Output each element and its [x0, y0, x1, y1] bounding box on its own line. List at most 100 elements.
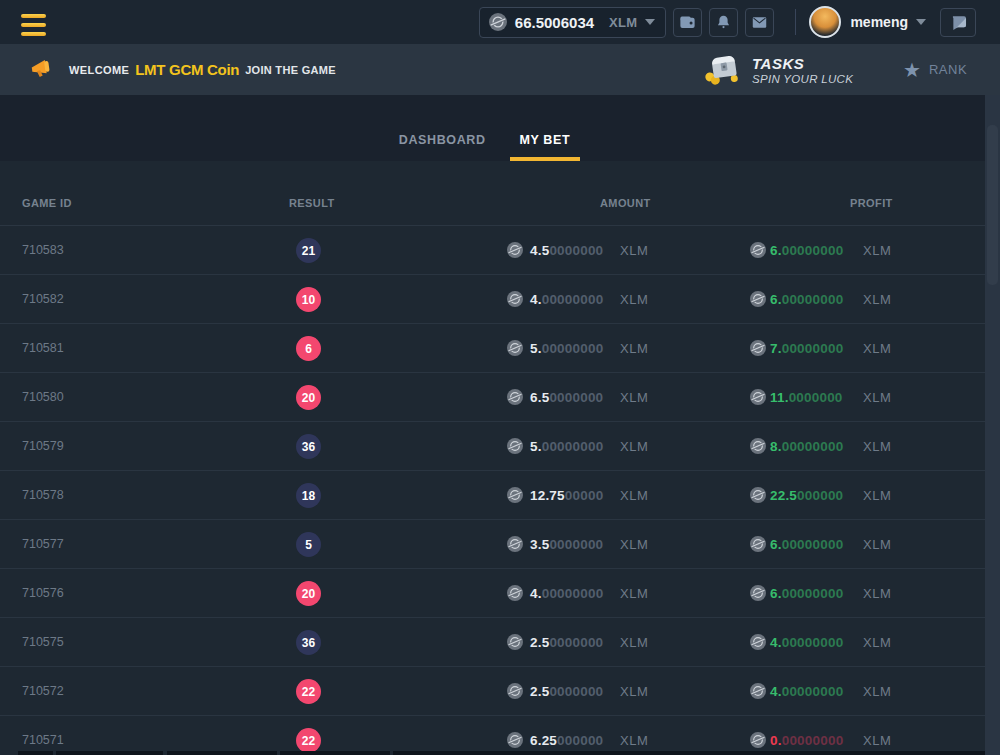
bet-profit: 0.00000000	[770, 733, 843, 748]
table-row[interactable]: 710577 5 3.50000000 XLM 6.00000000 XLM	[0, 520, 985, 569]
username[interactable]: memeng	[850, 14, 908, 30]
bet-amount: 6.25000000	[530, 733, 603, 748]
amount-currency: XLM	[620, 635, 648, 650]
envelope-icon	[750, 13, 769, 32]
game-id: 710578	[22, 488, 64, 502]
bet-amount: 4.00000000	[530, 586, 603, 601]
bet-profit: 6.00000000	[770, 537, 843, 552]
game-id: 710580	[22, 390, 64, 404]
bet-amount: 4.00000000	[530, 292, 603, 307]
xlm-coin-icon	[750, 291, 766, 307]
xlm-coin-icon	[507, 242, 523, 258]
table-row[interactable]: 710583 21 4.50000000 XLM 6.00000000 XLM	[0, 226, 985, 275]
bet-amount: 3.50000000	[530, 537, 603, 552]
scrollbar[interactable]	[985, 95, 1000, 755]
game-id: 710581	[22, 341, 64, 355]
xlm-coin-icon	[750, 536, 766, 552]
game-id: 710572	[22, 684, 64, 698]
chevron-down-icon	[916, 19, 926, 25]
xlm-coin-icon	[750, 634, 766, 650]
topbar-right: 66.5006034 XLM memeng	[479, 0, 976, 44]
balance-box[interactable]: 66.5006034 XLM	[479, 7, 667, 38]
table-row[interactable]: 710581 6 5.00000000 XLM 7.00000000 XLM	[0, 324, 985, 373]
bet-profit: 7.00000000	[770, 341, 843, 356]
xlm-coin-icon	[750, 487, 766, 503]
top-navbar: 66.5006034 XLM memeng	[0, 0, 1000, 44]
amount-currency: XLM	[620, 390, 648, 405]
header-game-id: GAME ID	[22, 197, 72, 209]
xlm-coin-icon	[507, 487, 523, 503]
game-id: 710579	[22, 439, 64, 453]
table-row[interactable]: 710578 18 12.7500000 XLM 22.5000000 XLM	[0, 471, 985, 520]
result-badge: 22	[296, 679, 321, 704]
result-badge: 21	[296, 238, 321, 263]
amount-currency: XLM	[620, 439, 648, 454]
menu-icon[interactable]	[21, 14, 46, 40]
balance-currency-select[interactable]: XLM	[609, 15, 637, 30]
xlm-coin-icon	[507, 291, 523, 307]
table-row[interactable]: 710582 10 4.00000000 XLM 6.00000000 XLM	[0, 275, 985, 324]
rank-widget[interactable]: ★ RANK	[903, 44, 967, 95]
xlm-coin-icon	[750, 438, 766, 454]
profit-currency: XLM	[863, 292, 891, 307]
profit-currency: XLM	[863, 635, 891, 650]
star-icon: ★	[903, 60, 921, 80]
xlm-coin-icon	[507, 389, 523, 405]
bet-amount: 12.7500000	[530, 488, 603, 503]
profit-currency: XLM	[863, 733, 891, 748]
profit-currency: XLM	[863, 243, 891, 258]
bet-profit: 8.00000000	[770, 439, 843, 454]
messages-button[interactable]	[745, 8, 774, 37]
balance-amount: 66.5006034	[515, 14, 594, 31]
amount-currency: XLM	[620, 292, 648, 307]
chat-button[interactable]	[940, 8, 976, 37]
bet-profit: 22.5000000	[770, 488, 843, 503]
notifications-button[interactable]	[709, 8, 738, 37]
table-body: 710583 21 4.50000000 XLM 6.00000000 XLM …	[0, 226, 985, 755]
tab-my-bet[interactable]: MY BET	[510, 95, 581, 161]
xlm-coin-icon	[750, 242, 766, 258]
page: 66.5006034 XLM memeng WELCO	[0, 0, 1000, 755]
result-badge: 10	[296, 287, 321, 312]
xlm-coin-icon	[489, 13, 507, 31]
result-badge: 36	[296, 434, 321, 459]
wallet-button[interactable]	[673, 8, 702, 37]
amount-currency: XLM	[620, 537, 648, 552]
amount-currency: XLM	[620, 243, 648, 258]
table-row[interactable]: 710572 22 2.50000000 XLM 4.00000000 XLM	[0, 667, 985, 716]
table-row[interactable]: 710576 20 4.00000000 XLM 6.00000000 XLM	[0, 569, 985, 618]
profit-currency: XLM	[863, 439, 891, 454]
table-row[interactable]: 710580 20 6.50000000 XLM 11.0000000 XLM	[0, 373, 985, 422]
bet-amount: 2.50000000	[530, 635, 603, 650]
bet-amount: 5.00000000	[530, 439, 603, 454]
xlm-coin-icon	[750, 683, 766, 699]
table-row[interactable]: 710579 36 5.00000000 XLM 8.00000000 XLM	[0, 422, 985, 471]
result-badge: 20	[296, 385, 321, 410]
bet-amount: 4.50000000	[530, 243, 603, 258]
table-row[interactable]: 710571 22 6.25000000 XLM 0.00000000 XLM	[0, 716, 985, 755]
coin-name[interactable]: LMT GCM Coin	[135, 61, 239, 78]
rank-label: RANK	[929, 62, 967, 77]
xlm-coin-icon	[507, 683, 523, 699]
scrollbar-thumb[interactable]	[987, 125, 998, 285]
tasks-widget[interactable]: TASKS SPIN YOUR LUCK	[702, 44, 853, 95]
tasks-title: TASKS	[752, 55, 853, 72]
game-id: 710583	[22, 243, 64, 257]
bet-amount: 5.00000000	[530, 341, 603, 356]
bet-profit: 6.00000000	[770, 243, 843, 258]
announcement-bar: WELCOME LMT GCM Coin JOIN THE GAME TASKS…	[0, 44, 1000, 95]
profit-currency: XLM	[863, 586, 891, 601]
header-result: RESULT	[289, 197, 335, 209]
tab-dashboard[interactable]: DASHBOARD	[389, 95, 496, 161]
profit-currency: XLM	[863, 488, 891, 503]
megaphone-icon	[28, 56, 55, 83]
tasks-subtitle: SPIN YOUR LUCK	[752, 73, 853, 85]
avatar[interactable]	[809, 6, 841, 38]
bet-profit: 4.00000000	[770, 635, 843, 650]
result-badge: 6	[296, 336, 321, 361]
table-row[interactable]: 710575 36 2.50000000 XLM 4.00000000 XLM	[0, 618, 985, 667]
header-profit: PROFIT	[850, 197, 893, 209]
xlm-coin-icon	[750, 340, 766, 356]
game-id: 710571	[22, 733, 64, 747]
result-badge: 36	[296, 630, 321, 655]
